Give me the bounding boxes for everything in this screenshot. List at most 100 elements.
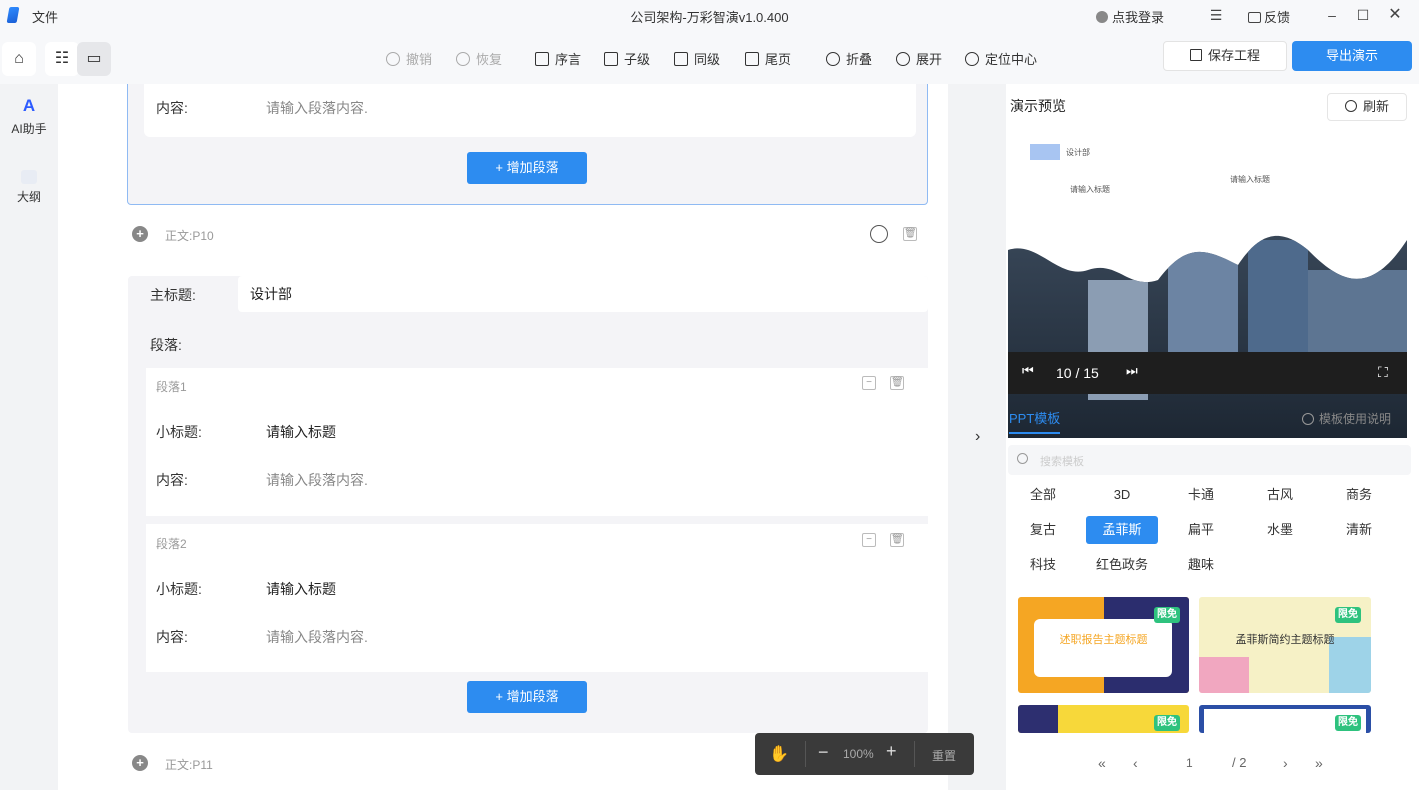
login-button[interactable]: 点我登录	[1096, 7, 1164, 26]
save-project-button[interactable]: 保存工程	[1163, 41, 1287, 71]
zoom-reset-button[interactable]: 重置	[932, 747, 956, 764]
user-icon	[1096, 11, 1108, 23]
expand-button[interactable]: 展开	[896, 49, 942, 68]
feedback-button[interactable]: 反馈	[1248, 7, 1290, 26]
outline-icon	[21, 170, 37, 184]
menu-icon[interactable]: ☰	[1207, 6, 1225, 24]
locate-center-button[interactable]: 定位中心	[965, 49, 1037, 68]
subtitle-input[interactable]: 请输入标题	[266, 579, 336, 599]
category-chip[interactable]: 扁平	[1165, 516, 1237, 544]
maximize-icon[interactable]: ☐	[1354, 6, 1372, 24]
paragraph-1-label: 段落1	[156, 380, 187, 394]
category-chip[interactable]: 全部	[1007, 481, 1079, 509]
redo-button[interactable]: 恢复	[456, 49, 502, 68]
fullscreen-icon[interactable]: ⛶	[1378, 364, 1388, 381]
child-button[interactable]: 子级	[604, 49, 650, 68]
tab-ppt-templates[interactable]: PPT模板	[1009, 408, 1061, 434]
undo-button[interactable]: 撤销	[386, 49, 432, 68]
delete-section-icon[interactable]: 🗑	[903, 227, 917, 241]
minimize-icon[interactable]: –	[1323, 6, 1341, 24]
template-thumb-1[interactable]: 述职报告主题标题 限免	[1018, 597, 1189, 693]
content-input[interactable]: 请输入段落内容.	[266, 470, 368, 490]
home-icon[interactable]: ⌂	[2, 42, 36, 76]
redo-icon	[456, 52, 470, 66]
content-label: 内容:	[156, 472, 188, 488]
presentation-view-icon[interactable]: ▭	[77, 42, 111, 76]
collapse-paragraph-icon[interactable]: −	[862, 376, 876, 390]
add-section-icon[interactable]: +	[132, 226, 148, 242]
sibling-button[interactable]: 同级	[674, 49, 720, 68]
template-help-link[interactable]: 模板使用说明	[1302, 410, 1391, 427]
preface-button[interactable]: 序言	[535, 49, 581, 68]
template-thumb-4[interactable]: 限免	[1199, 705, 1371, 733]
category-chip[interactable]: 商务	[1323, 481, 1395, 509]
category-chip[interactable]: 红色政务	[1086, 551, 1158, 579]
prev-page-icon[interactable]: ‹	[1133, 755, 1138, 771]
previous-slide-icon[interactable]: ⏮	[1022, 363, 1034, 379]
next-slide-icon[interactable]: ⏭	[1126, 363, 1138, 379]
category-chip[interactable]: 卡通	[1165, 481, 1237, 509]
outline-view-icon[interactable]: ☷	[45, 42, 79, 76]
delete-paragraph-icon[interactable]: 🗑	[890, 376, 904, 390]
next-page-icon[interactable]: ›	[1283, 755, 1288, 771]
expand-icon	[896, 52, 910, 66]
content-label: 内容:	[156, 100, 188, 116]
last-page-icon[interactable]: »	[1315, 755, 1323, 771]
refresh-button[interactable]: 刷新	[1327, 93, 1407, 121]
left-rail: A AI助手 大纲	[0, 84, 58, 790]
category-chip[interactable]: 趣味	[1165, 551, 1237, 579]
collapse-button[interactable]: 折叠	[826, 49, 872, 68]
divider	[914, 741, 915, 767]
chevron-right-icon[interactable]: ›	[975, 428, 980, 446]
subtitle-label: 小标题:	[156, 424, 202, 440]
delete-paragraph-icon[interactable]: 🗑	[890, 533, 904, 547]
ai-assistant-tab[interactable]: A AI助手	[0, 96, 58, 137]
subtitle-input[interactable]: 请输入标题	[266, 422, 336, 442]
ending-button[interactable]: 尾页	[745, 49, 791, 68]
main-title-value: 设计部	[250, 286, 292, 302]
category-chip[interactable]: 复古	[1007, 516, 1079, 544]
locate-label: 定位中心	[985, 52, 1038, 67]
main-title-input[interactable]: 设计部	[238, 276, 928, 312]
add-paragraph-button[interactable]: + 增加段落	[467, 152, 587, 184]
template-thumb-3[interactable]: 限免	[1018, 705, 1189, 733]
category-chip[interactable]: 科技	[1007, 551, 1079, 579]
template-thumb-2[interactable]: 孟菲斯简约主题标题 限免	[1199, 597, 1371, 693]
ai-label: AI助手	[11, 122, 47, 136]
save-label: 保存工程	[1207, 48, 1260, 63]
content-input[interactable]: 请输入段落内容.	[266, 627, 368, 647]
outline-label: 大纲	[16, 190, 41, 204]
category-chip[interactable]: 古风	[1244, 481, 1316, 509]
divider	[805, 741, 806, 767]
content-input[interactable]: 请输入段落内容.	[266, 98, 368, 118]
section-label-p10: 正文:P10	[165, 229, 214, 243]
close-icon[interactable]: ✕	[1386, 6, 1404, 24]
search-placeholder: 搜索模板	[1040, 456, 1084, 468]
category-chip[interactable]: 清新	[1323, 516, 1395, 544]
info-icon	[1302, 413, 1314, 425]
export-button[interactable]: 导出演示	[1292, 41, 1412, 71]
preview-title: 演示预览	[1010, 98, 1066, 114]
section-block-p10: 主标题: 设计部 段落: 段落1 − 🗑 小标题: 请输入标题 内容: 请输入段…	[128, 276, 928, 733]
hand-tool-icon[interactable]: ✋	[769, 744, 789, 764]
expand-label: 展开	[916, 52, 943, 67]
add-section-icon[interactable]: +	[132, 755, 148, 771]
template-thumb-2-title: 孟菲斯简约主题标题	[1235, 634, 1335, 646]
zoom-in-icon[interactable]: +	[886, 741, 897, 762]
refresh-section-icon[interactable]	[870, 225, 888, 243]
page-current[interactable]: 1	[1186, 756, 1193, 770]
subtitle-label: 小标题:	[156, 581, 202, 597]
first-page-icon[interactable]: «	[1098, 755, 1106, 771]
template-search-input[interactable]: 搜索模板	[1008, 445, 1411, 475]
zoom-out-icon[interactable]: −	[818, 742, 829, 763]
paragraph-card: 内容: 请输入段落内容.	[144, 84, 916, 137]
category-chip[interactable]: 水墨	[1244, 516, 1316, 544]
slide-preview: 设计部 请输入标题 请输入标题 ⏮ 10 / 15 ⏭ ⛶	[1008, 130, 1407, 438]
collapse-paragraph-icon[interactable]: −	[862, 533, 876, 547]
category-chip[interactable]: 孟菲斯	[1086, 516, 1158, 544]
preface-icon	[535, 52, 549, 66]
paragraph-card-2: 段落2 − 🗑 小标题: 请输入标题 内容: 请输入段落内容.	[146, 524, 928, 672]
add-paragraph-button[interactable]: + 增加段落	[467, 681, 587, 713]
outline-tab[interactable]: 大纲	[0, 170, 58, 205]
category-chip[interactable]: 3D	[1086, 481, 1158, 509]
